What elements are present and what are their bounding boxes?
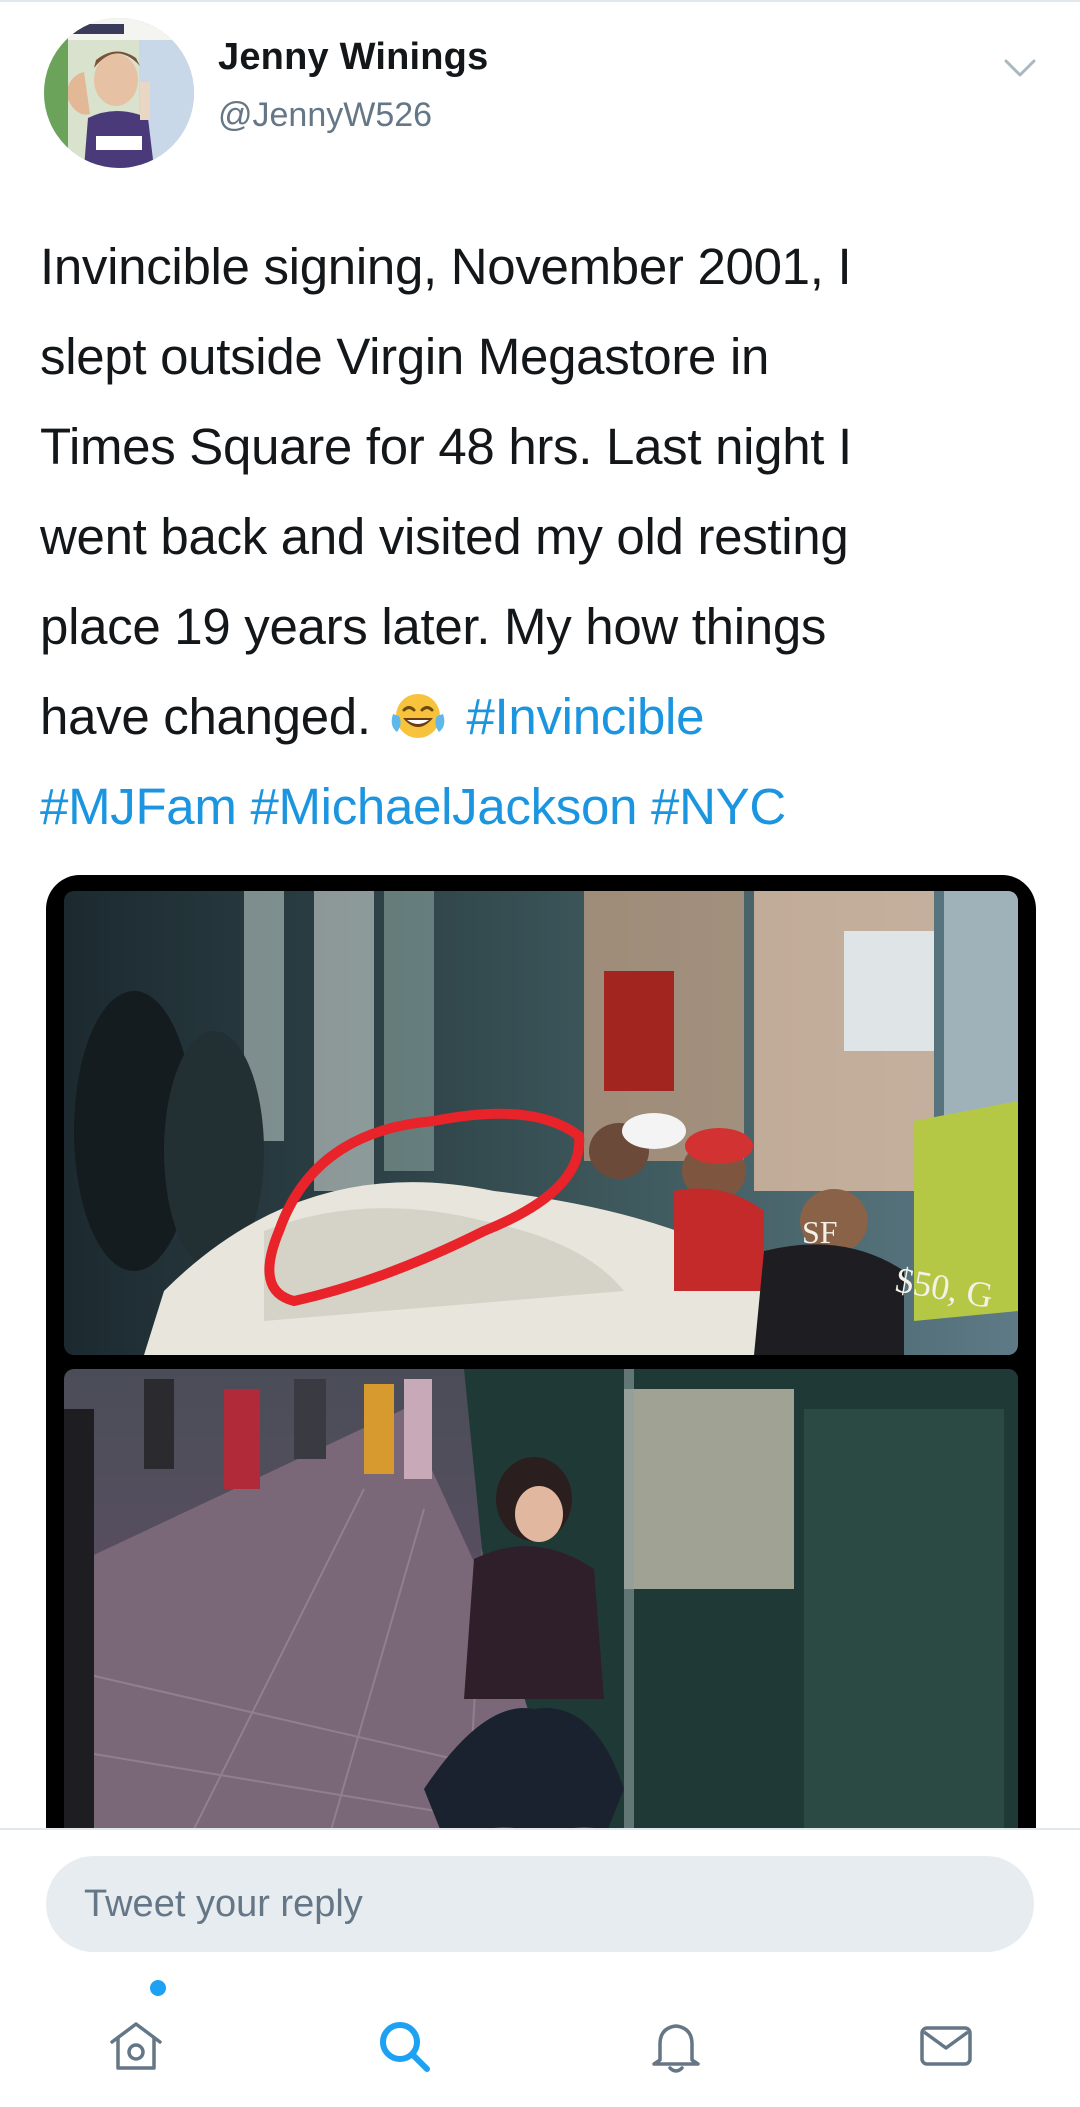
top-divider — [0, 0, 1080, 2]
tweet-text-line: Invincible signing, November 2001, I — [40, 238, 852, 295]
photo-sign-letters: SF — [802, 1214, 838, 1250]
tweet-text: Invincible signing, November 2001, I sle… — [40, 222, 1050, 852]
author-name[interactable]: Jenny Winings — [218, 36, 488, 79]
home-icon — [110, 2022, 162, 2070]
tweet-media[interactable]: SF $50, G — [46, 875, 1036, 1885]
hashtag-link[interactable]: #MichaelJackson — [250, 778, 637, 835]
reply-bar — [0, 1828, 1080, 2107]
chevron-down-icon[interactable] — [1000, 48, 1040, 88]
tweet-text-line: have changed. #Invincible — [40, 672, 1050, 762]
photo-crowd-sleeping: SF $50, G — [64, 891, 1018, 1355]
tweet-photo-2020[interactable] — [64, 1369, 1018, 1885]
avatar[interactable] — [44, 18, 194, 168]
author-handle[interactable]: @JennyW526 — [218, 96, 432, 135]
bottom-tab-bar — [0, 1980, 1080, 2096]
tweet-photo-2001[interactable]: SF $50, G — [64, 891, 1018, 1355]
tab-home[interactable] — [86, 1980, 186, 2096]
avatar-photo — [44, 18, 194, 168]
search-icon — [380, 2022, 430, 2072]
tweet-text-line: #MJFam #MichaelJackson #NYC — [40, 762, 1050, 852]
tweet-text-line: went back and visited my old resting — [40, 508, 849, 565]
tab-notifications[interactable] — [626, 1996, 726, 2096]
bell-icon — [652, 2024, 700, 2073]
hashtag-link[interactable]: #Invincible — [466, 688, 704, 745]
tweet-text-line: Times Square for 48 hrs. Last night I — [40, 418, 852, 475]
tweet-text-line: place 19 years later. My how things — [40, 598, 827, 655]
reply-input[interactable] — [46, 1856, 1034, 1952]
face-with-tears-of-joy-icon — [391, 694, 444, 738]
tab-messages[interactable] — [896, 1996, 996, 2096]
hashtag-link[interactable]: #NYC — [651, 778, 786, 835]
new-content-badge — [150, 1980, 166, 1996]
photo-woman-kneeling — [64, 1369, 1018, 1885]
hashtag-link[interactable]: #MJFam — [40, 778, 237, 835]
envelope-icon — [920, 2026, 972, 2066]
tab-search[interactable] — [354, 1996, 454, 2096]
tweet-text-line: slept outside Virgin Megastore in — [40, 328, 770, 385]
tweet-text-fragment: have changed. — [40, 688, 371, 745]
